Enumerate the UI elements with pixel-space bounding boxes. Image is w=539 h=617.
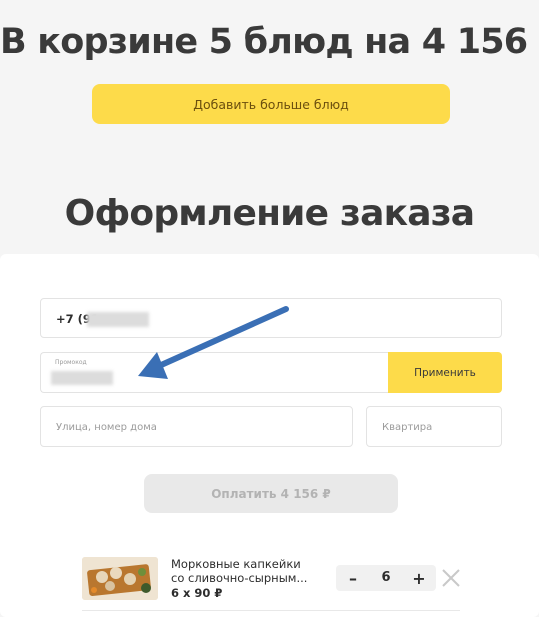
apartment-field[interactable]: Квартира	[366, 406, 502, 447]
increase-quantity-button[interactable]: +	[404, 565, 434, 591]
apply-promo-button[interactable]: Применить	[388, 352, 502, 393]
item-name: Морковные капкейки со сливочно-сырным...	[171, 557, 321, 585]
promo-code-field[interactable]: Промокод	[40, 352, 390, 393]
item-name-line1: Морковные капкейки	[171, 557, 301, 571]
cart-item: Морковные капкейки со сливочно-сырным...…	[82, 554, 462, 614]
item-price: 6 x 90 ₽	[171, 586, 223, 600]
cart-summary-title: В корзине 5 блюд на 4 156 ₽	[0, 22, 539, 62]
street-field[interactable]: Улица, номер дома	[40, 406, 353, 447]
quantity-stepper: – 6 +	[336, 565, 436, 591]
remove-item-button[interactable]	[440, 565, 462, 591]
close-icon	[442, 569, 460, 587]
checkout-title: Оформление заказа	[64, 193, 475, 234]
redacted-phone-digits	[87, 312, 149, 327]
add-more-dishes-button[interactable]: Добавить больше блюд	[92, 84, 450, 124]
checkout-page: В корзине 5 блюд на 4 156 ₽ Добавить бол…	[0, 0, 539, 617]
apartment-placeholder: Квартира	[382, 422, 433, 433]
phone-field[interactable]: +7 (91	[40, 298, 502, 338]
pay-button[interactable]: Оплатить 4 156 ₽	[144, 474, 398, 513]
item-name-line2: со сливочно-сырным...	[171, 571, 308, 585]
street-placeholder: Улица, номер дома	[56, 422, 157, 433]
decrease-quantity-button[interactable]: –	[338, 565, 368, 591]
promo-code-label: Промокод	[55, 359, 87, 366]
redacted-promo-code	[51, 371, 113, 385]
quantity-value: 6	[381, 570, 391, 585]
item-divider	[82, 610, 460, 611]
checkout-form: +7 (91 Промокод Применить Улица, номер д…	[0, 254, 539, 617]
item-image	[82, 557, 158, 600]
